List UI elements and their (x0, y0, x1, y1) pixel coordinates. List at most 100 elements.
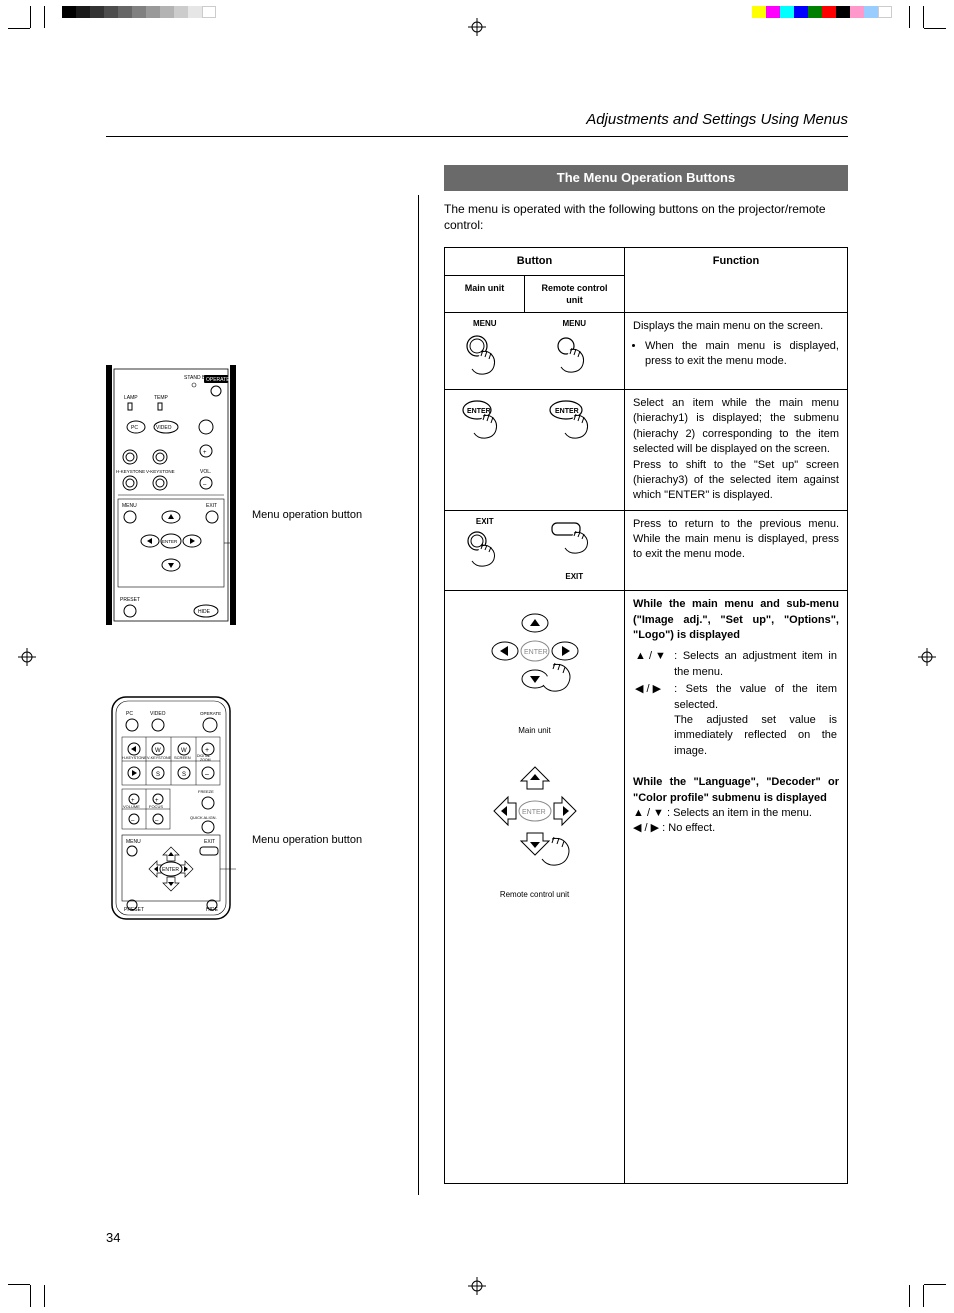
section-intro: The menu is operated with the following … (444, 201, 848, 233)
function-text: Press to shift to the "Set up" screen (h… (633, 458, 839, 504)
cursor-desc: : No effect. (662, 822, 715, 834)
svg-text:EXIT: EXIT (206, 503, 217, 509)
svg-text:LAMP: LAMP (124, 395, 138, 401)
svg-text:MENU: MENU (122, 503, 137, 509)
btn-main-menu-label: MENU (453, 319, 517, 330)
function-text: Press to return to the previous menu. Wh… (625, 510, 848, 591)
svg-text:–: – (205, 771, 209, 778)
registration-mark-icon (468, 18, 486, 36)
crop-mark (909, 1285, 910, 1307)
svg-text:ENTER: ENTER (162, 539, 178, 544)
svg-text:QUICK ALIGN.: QUICK ALIGN. (190, 815, 217, 820)
left-right-arrow-icon: ◀ / ▶ (633, 822, 662, 834)
svg-text:VIDEO: VIDEO (150, 711, 166, 717)
svg-text:ENTER: ENTER (555, 408, 579, 415)
svg-text:EXIT: EXIT (204, 839, 215, 845)
svg-text:H-KEYSTONE: H-KEYSTONE (116, 469, 145, 474)
column-divider (418, 195, 419, 1195)
press-enter-button-icon: ENTER (459, 396, 511, 446)
press-enter-button-icon: ENTER (546, 396, 602, 446)
press-round-button-icon (550, 332, 598, 378)
th-function: Function (625, 248, 848, 313)
svg-text:HIDE: HIDE (198, 609, 211, 615)
section-title: The Menu Operation Buttons (444, 165, 848, 191)
remote-control-diagram: PC VIDEO OPERATE W W (106, 695, 406, 925)
crop-mark (924, 1284, 946, 1285)
btn-remote-exit-label: EXIT (533, 572, 617, 583)
svg-text:ZOOM: ZOOM (200, 758, 211, 762)
function-table: Button Function Main unit Remote control… (444, 247, 848, 1184)
cursor-desc: : Sets the value of the item selected. (674, 683, 837, 710)
crop-mark (924, 28, 946, 29)
function-bullet: When the main menu is displayed, press t… (645, 339, 839, 370)
table-row: MENU MENU Displays the main menu on the … (445, 313, 848, 390)
cursor-remote-caption: Remote control unit (453, 890, 616, 901)
svg-text:SCREEN: SCREEN (174, 755, 191, 760)
svg-text:S: S (182, 772, 186, 778)
remote-callout: Menu operation button (252, 833, 362, 848)
svg-text:+: + (203, 450, 207, 456)
svg-text:ENTER: ENTER (467, 408, 491, 415)
grayscale-bar (62, 6, 216, 18)
press-round-button-icon (461, 332, 509, 378)
th-main-unit: Main unit (445, 276, 525, 313)
svg-text:VOLUME: VOLUME (123, 804, 140, 809)
svg-text:W: W (155, 748, 161, 754)
svg-text:VOL.: VOL. (200, 469, 211, 475)
svg-text:ENTER: ENTER (522, 809, 546, 816)
cursor-desc: : Selects an item in the menu. (667, 807, 812, 819)
th-remote: Remote control unit (525, 276, 625, 313)
svg-text:S: S (156, 772, 160, 778)
color-bar (752, 6, 892, 18)
svg-text:PC: PC (126, 711, 133, 717)
projector-panel-diagram: STAND BY OPERATE LAMP TEMP PC (106, 365, 406, 625)
press-round-button-icon (461, 529, 509, 573)
cursor-main-caption: Main unit (453, 726, 616, 737)
cursor-desc: : Selects an adjustment item in the menu… (674, 649, 837, 680)
table-row: ENTER Main unit (445, 591, 848, 1184)
svg-text:W: W (181, 748, 187, 754)
svg-text:V-KEYSTONE: V-KEYSTONE (146, 469, 175, 474)
registration-mark-icon (918, 648, 936, 666)
svg-text:TEMP: TEMP (154, 395, 169, 401)
btn-main-exit-label: EXIT (453, 517, 517, 528)
up-down-arrow-icon: ▲ / ▼ (635, 650, 666, 662)
crop-mark (8, 28, 30, 29)
press-rect-button-icon (546, 517, 602, 567)
svg-text:–: – (203, 482, 207, 488)
cursor-heading2: While the "Language", "Decoder" or "Colo… (633, 775, 839, 806)
crop-mark (909, 6, 910, 28)
svg-text:VIDEO: VIDEO (156, 425, 172, 431)
cursor-heading1: While the main menu and sub-menu ("Image… (633, 597, 839, 643)
svg-text:PC: PC (131, 425, 138, 431)
table-row: ENTER ENTER (445, 389, 848, 510)
svg-text:ENTER: ENTER (162, 867, 179, 873)
crop-mark (30, 1285, 31, 1307)
crop-mark (923, 1285, 924, 1307)
svg-text:ENTER: ENTER (524, 649, 548, 656)
running-head: Adjustments and Settings Using Menus (106, 110, 848, 137)
panel-callout: Menu operation button (252, 508, 362, 523)
up-down-arrow-icon: ▲ / ▼ (633, 807, 667, 819)
svg-text:H-KEYSTONE: H-KEYSTONE (122, 756, 147, 760)
btn-remote-menu-label: MENU (533, 319, 617, 330)
table-row: EXIT EXIT Press t (445, 510, 848, 591)
crop-mark (8, 1284, 30, 1285)
function-text: Displays the main menu on the screen. (633, 320, 823, 332)
svg-text:OPERATE: OPERATE (206, 377, 230, 383)
svg-text:OPERATE: OPERATE (200, 711, 221, 716)
crop-mark (44, 6, 45, 28)
svg-text:–: – (131, 818, 135, 824)
cursor-keys-remote-icon: ENTER (470, 761, 600, 881)
svg-text:+: + (205, 747, 209, 754)
th-button: Button (445, 248, 625, 276)
crop-mark (44, 1285, 45, 1307)
left-right-arrow-icon: ◀ / ▶ (635, 683, 661, 695)
function-text: Select an item while the main menu (hier… (633, 396, 839, 458)
cursor-keys-main-icon: ENTER (475, 607, 595, 717)
cursor-desc: The adjusted set value is immediately re… (674, 714, 837, 757)
svg-text:PRESET: PRESET (120, 597, 140, 603)
svg-text:V-KEYSTONE: V-KEYSTONE (147, 756, 172, 760)
registration-mark-icon (468, 1277, 486, 1295)
svg-text:FOCUS: FOCUS (149, 804, 163, 809)
